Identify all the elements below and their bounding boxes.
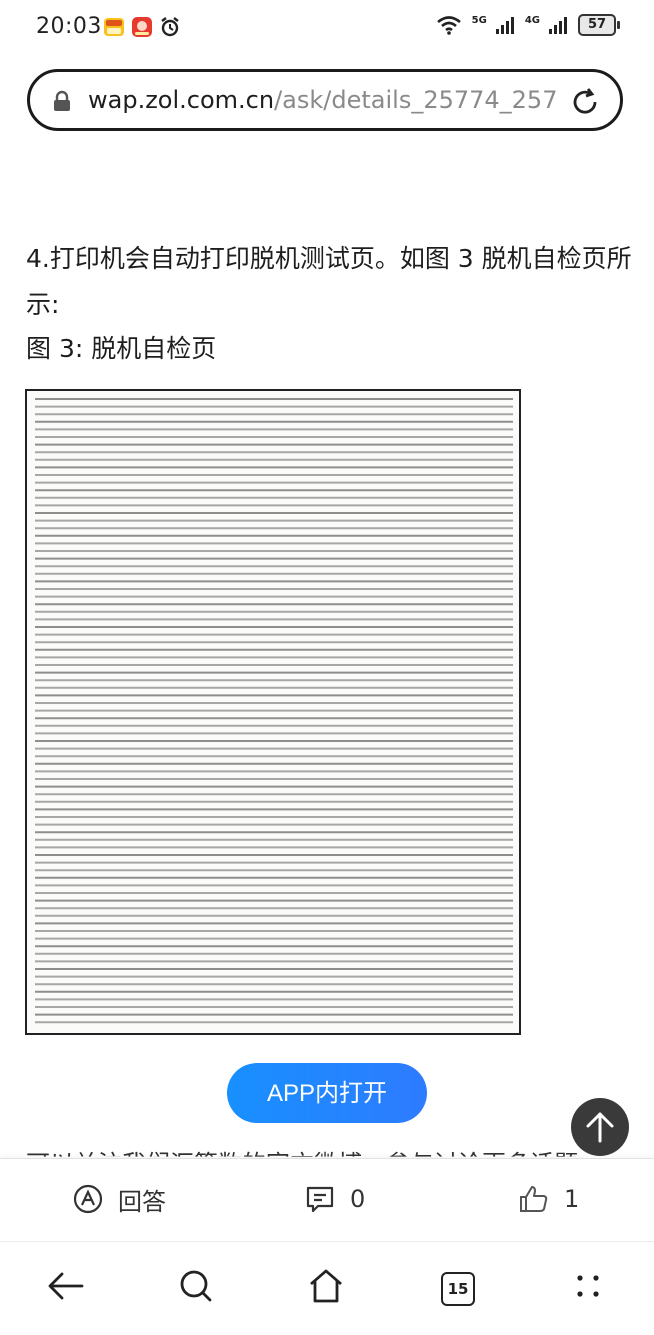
figure-caption: 图 3: 脱机自检页 bbox=[26, 334, 217, 363]
answer-button[interactable]: 回答 bbox=[72, 1179, 166, 1219]
notification-icons bbox=[103, 16, 181, 38]
tabs-button[interactable]: 15 bbox=[441, 1272, 475, 1306]
comment-count: 0 bbox=[350, 1185, 366, 1213]
wifi-icon bbox=[436, 16, 461, 35]
url-text[interactable]: wap.zol.com.cn/ask/details_25774_257 bbox=[88, 86, 558, 114]
system-status-icons: 5G 4G 57 bbox=[436, 14, 620, 36]
network-4g-label: 4G bbox=[524, 15, 540, 26]
arrow-up-icon bbox=[586, 1112, 614, 1143]
comment-icon bbox=[306, 1186, 334, 1213]
answer-label: 回答 bbox=[118, 1187, 166, 1216]
shopping-app-notification-icon bbox=[132, 17, 152, 37]
search-icon[interactable] bbox=[176, 1266, 216, 1306]
signal-strength-icon bbox=[495, 17, 514, 34]
lock-icon bbox=[54, 90, 70, 111]
like-button[interactable]: 1 bbox=[518, 1179, 579, 1219]
back-arrow-icon[interactable] bbox=[46, 1266, 86, 1306]
thumbs-up-icon bbox=[520, 1186, 548, 1212]
comment-button[interactable]: 0 bbox=[304, 1179, 365, 1219]
browser-navigation-bar bbox=[0, 1241, 654, 1335]
self-test-page-image bbox=[25, 389, 521, 1035]
like-count: 1 bbox=[564, 1185, 580, 1213]
status-bar: 20:03 5G 4G 57 bbox=[0, 0, 654, 56]
printed-lines-pattern bbox=[35, 398, 513, 1024]
home-icon[interactable] bbox=[306, 1266, 346, 1306]
url-path: /ask/details_25774_257 bbox=[274, 86, 558, 114]
status-time: 20:03 bbox=[36, 14, 102, 39]
bottom-action-bar: 回答 0 1 bbox=[0, 1158, 654, 1241]
signal-strength-icon bbox=[549, 17, 567, 34]
network-5g-label: 5G bbox=[471, 15, 487, 26]
reload-icon[interactable] bbox=[568, 85, 602, 119]
battery-indicator: 57 bbox=[578, 14, 620, 36]
open-in-app-button[interactable]: APP内打开 bbox=[227, 1063, 427, 1123]
menu-dots-icon[interactable] bbox=[568, 1266, 608, 1306]
app-notification-icon bbox=[104, 18, 124, 36]
url-host: wap.zol.com.cn bbox=[88, 86, 275, 114]
address-bar[interactable]: wap.zol.com.cn/ask/details_25774_257 bbox=[27, 69, 623, 131]
step-text: 4.打印机会自动打印脱机测试页。如图 3 脱机自检页所示: bbox=[26, 244, 632, 319]
alarm-icon bbox=[161, 17, 179, 37]
answer-icon bbox=[73, 1184, 103, 1214]
back-to-top-button[interactable] bbox=[571, 1098, 629, 1156]
